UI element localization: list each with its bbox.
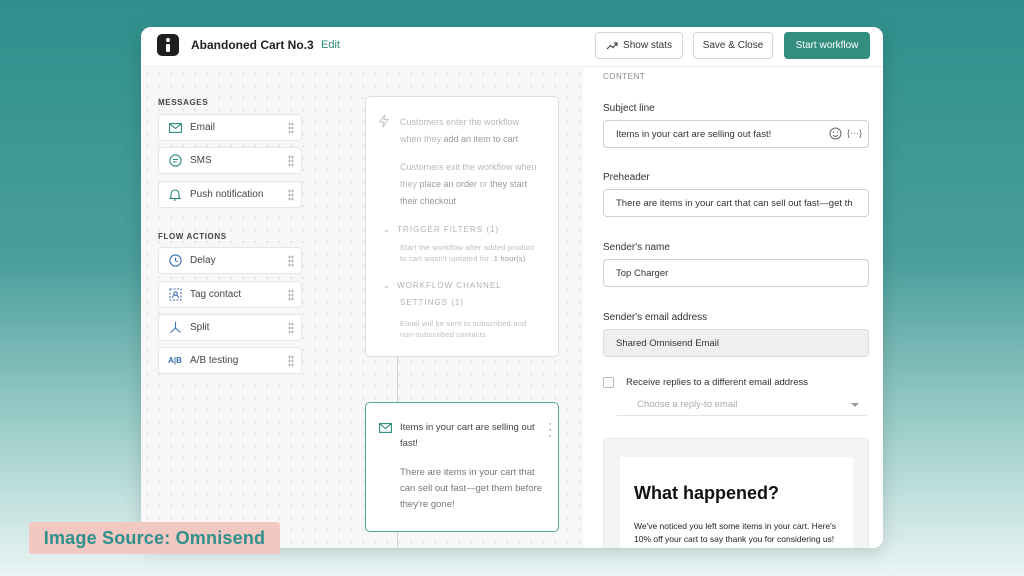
preheader-input[interactable]: There are items in your cart that can se…: [603, 189, 869, 217]
trigger-enter-text: Customers enter the workflow when they a…: [400, 117, 520, 144]
tool-push-notification[interactable]: Push notification: [158, 181, 302, 208]
image-source-badge: Image Source: Omnisend: [29, 522, 280, 554]
drag-handle-icon[interactable]: [288, 255, 294, 267]
tool-ab-label: A/B testing: [190, 355, 239, 366]
messages-section-title: MESSAGES: [158, 98, 209, 107]
sms-icon: [168, 154, 182, 168]
tool-tag-label: Tag contact: [190, 289, 242, 300]
split-icon: [168, 321, 182, 335]
sender-email-value: Shared Omnisend Email: [616, 337, 719, 349]
sender-email-label: Sender's email address: [603, 312, 708, 323]
tool-split-label: Split: [190, 322, 210, 333]
chevron-down-icon: ⌄: [383, 281, 391, 290]
show-stats-button[interactable]: Show stats: [595, 32, 683, 59]
start-workflow-button[interactable]: Start workflow: [784, 32, 870, 59]
flow-connector: [397, 357, 398, 403]
envelope-icon: [168, 121, 182, 135]
lightning-icon: [379, 114, 389, 128]
content-panel: CONTENT Subject line Items in your cart …: [583, 68, 883, 548]
sender-email-input[interactable]: Shared Omnisend Email: [603, 329, 869, 357]
flow-actions-section-title: FLOW ACTIONS: [158, 232, 227, 241]
tool-delay[interactable]: Delay: [158, 247, 302, 274]
app-window: Abandoned Cart No.3 Edit Show stats Save…: [141, 27, 883, 548]
top-bar: Abandoned Cart No.3 Edit Show stats Save…: [141, 27, 883, 67]
omnisend-logo-icon: [157, 34, 179, 56]
tool-split[interactable]: Split: [158, 314, 302, 341]
tool-email[interactable]: Email: [158, 114, 302, 141]
email-node[interactable]: Items in your cart are selling out fast!…: [365, 402, 559, 532]
content-section-title: CONTENT: [603, 72, 646, 81]
tool-sms-label: SMS: [190, 155, 212, 166]
drag-handle-icon[interactable]: [288, 122, 294, 134]
preview-headline: What happened?: [634, 483, 779, 503]
drag-handle-icon[interactable]: [288, 289, 294, 301]
trigger-exit-text: Customers exit the workflow when they pl…: [400, 162, 537, 206]
workflow-title: Abandoned Cart No.3: [191, 38, 314, 52]
channel-settings-toggle[interactable]: ⌄ WORKFLOW CHANNEL SETTINGS (1): [383, 277, 553, 311]
tool-push-label: Push notification: [190, 189, 264, 200]
email-preview-canvas: What happened? We've noticed you left so…: [620, 457, 853, 548]
subject-line-input[interactable]: Items in your cart are selling out fast!…: [603, 120, 869, 148]
trigger-filters-description: Start the workflow after added product t…: [400, 243, 535, 263]
sender-name-input[interactable]: Top Charger: [603, 259, 869, 287]
drag-handle-icon[interactable]: [288, 322, 294, 334]
email-preview[interactable]: What happened? We've noticed you left so…: [603, 438, 869, 548]
preheader-value: There are items in your cart that can se…: [616, 197, 853, 209]
tool-delay-label: Delay: [190, 255, 216, 266]
drag-handle-icon[interactable]: [288, 155, 294, 167]
tool-sms[interactable]: SMS: [158, 147, 302, 174]
tool-tag-contact[interactable]: Tag contact: [158, 281, 302, 308]
show-stats-label: Show stats: [623, 40, 672, 51]
reply-to-select[interactable]: Choose a reply-to email: [617, 394, 867, 416]
trigger-node[interactable]: Customers enter the workflow when they a…: [365, 96, 559, 357]
workflow-canvas[interactable]: MESSAGES Email SMS Push notification FLO…: [141, 68, 583, 548]
reply-to-checkbox[interactable]: [603, 377, 614, 388]
subject-line-value: Items in your cart are selling out fast!: [616, 128, 772, 140]
drag-handle-icon[interactable]: [288, 189, 294, 201]
save-close-button[interactable]: Save & Close: [693, 32, 773, 59]
reply-to-checkbox-label: Receive replies to a different email add…: [626, 377, 809, 388]
chevron-down-icon: [851, 403, 859, 407]
preheader-label: Preheader: [603, 172, 650, 183]
envelope-icon: [379, 423, 392, 433]
drag-handle-icon[interactable]: [288, 355, 294, 367]
tool-ab-testing[interactable]: A|B A/B testing: [158, 347, 302, 374]
tag-icon: [168, 288, 182, 302]
personalization-icon[interactable]: {···}: [847, 128, 862, 138]
sender-name-label: Sender's name: [603, 242, 670, 253]
email-node-title: Items in your cart are selling out fast!: [400, 422, 535, 449]
edit-title-link[interactable]: Edit: [321, 39, 340, 51]
more-options-icon[interactable]: · · ·: [548, 419, 552, 442]
tool-email-label: Email: [190, 122, 216, 133]
bell-icon: [168, 188, 182, 202]
flow-connector: [397, 532, 398, 548]
ab-icon: A|B: [168, 356, 182, 365]
trend-up-icon: [606, 41, 618, 49]
sender-name-value: Top Charger: [616, 267, 669, 279]
clock-icon: [168, 254, 182, 268]
email-node-body: There are items in your cart that can se…: [400, 467, 543, 510]
trigger-filters-toggle[interactable]: ⌄ TRIGGER FILTERS (1): [383, 221, 499, 238]
reply-to-select-placeholder: Choose a reply-to email: [637, 399, 738, 410]
channel-settings-description: Email will be sent to subscribed and non…: [400, 319, 527, 339]
subject-line-label: Subject line: [603, 103, 655, 114]
chevron-down-icon: ⌄: [383, 225, 391, 234]
emoji-icon[interactable]: [829, 127, 842, 143]
preview-body-text: We've noticed you left some items in you…: [634, 521, 836, 544]
